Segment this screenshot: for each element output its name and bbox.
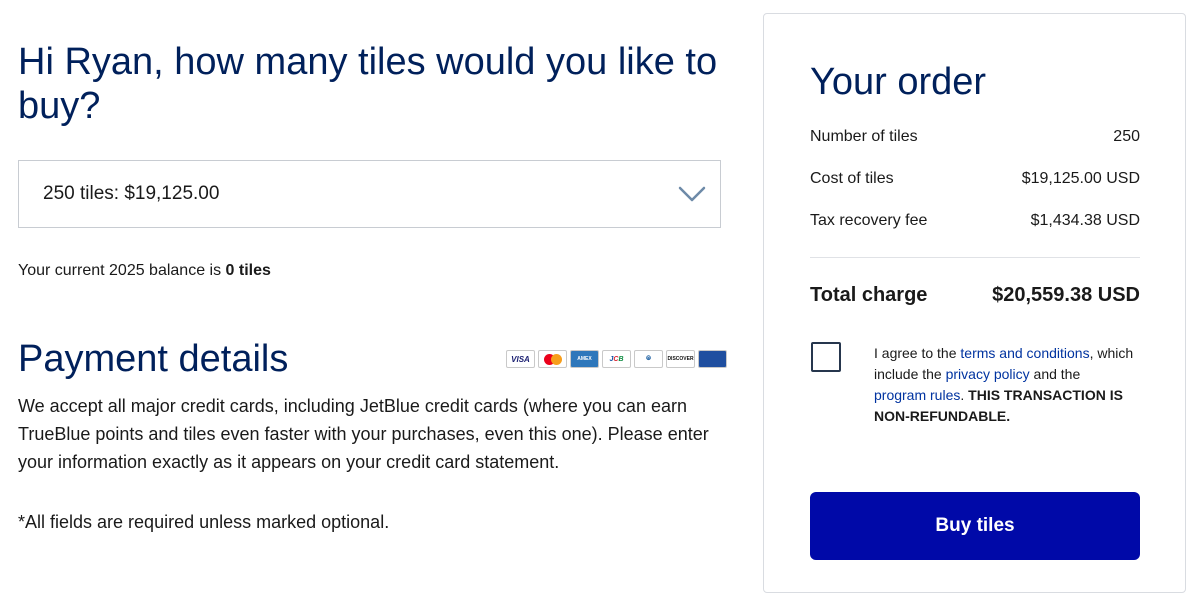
jcb-card-icon: JCB	[602, 350, 631, 368]
agree-text: I agree to the terms and conditions, whi…	[874, 345, 1134, 424]
balance-value: 0 tiles	[225, 262, 271, 279]
diners-card-icon: ⦾	[634, 350, 663, 368]
agree-checkbox[interactable]	[811, 342, 841, 372]
order-row-value: $1,434.38 USD	[1030, 212, 1140, 229]
terms-link[interactable]: terms and conditions	[960, 345, 1089, 361]
buy-tiles-button[interactable]: Buy tiles	[810, 492, 1140, 560]
program-rules-link[interactable]: program rules	[874, 387, 960, 403]
mastercard-card-icon	[538, 350, 567, 368]
order-row-label: Number of tiles	[810, 128, 918, 145]
order-title: Your order	[810, 61, 987, 103]
order-row-value: 250	[1113, 128, 1140, 145]
order-row-tiles: Number of tiles 250	[810, 128, 1140, 146]
card-icon	[698, 350, 727, 368]
order-row-value: $19,125.00 USD	[1021, 170, 1140, 187]
total-value: $20,559.38 USD	[992, 284, 1140, 306]
tiles-dropdown[interactable]: 250 tiles: $19,125.00	[18, 160, 721, 228]
tiles-dropdown-value: 250 tiles: $19,125.00	[43, 183, 220, 204]
visa-card-icon: VISA	[506, 350, 535, 368]
amex-card-icon: AMEX	[570, 350, 599, 368]
order-total: Total charge $20,559.38 USD	[810, 284, 1140, 307]
discover-card-icon: DISCOVER	[666, 350, 695, 368]
accepted-cards: VISA AMEX JCB ⦾ DISCOVER	[506, 350, 727, 368]
page-title: Hi Ryan, how many tiles would you like t…	[18, 41, 718, 127]
total-label: Total charge	[810, 284, 928, 306]
required-note: *All fields are required unless marked o…	[18, 512, 390, 532]
order-row-label: Tax recovery fee	[810, 212, 928, 229]
privacy-policy-link[interactable]: privacy policy	[946, 366, 1030, 382]
order-row-cost: Cost of tiles $19,125.00 USD	[810, 170, 1140, 188]
balance-text: Your current 2025 balance is 0 tiles	[18, 262, 271, 279]
divider	[810, 257, 1140, 258]
order-summary: Your order Number of tiles 250 Cost of t…	[763, 13, 1186, 593]
chevron-down-icon	[678, 186, 706, 202]
order-row-tax: Tax recovery fee $1,434.38 USD	[810, 212, 1140, 230]
order-row-label: Cost of tiles	[810, 170, 894, 187]
payment-title: Payment details	[18, 338, 289, 380]
payment-description: We accept all major credit cards, includ…	[18, 396, 709, 472]
